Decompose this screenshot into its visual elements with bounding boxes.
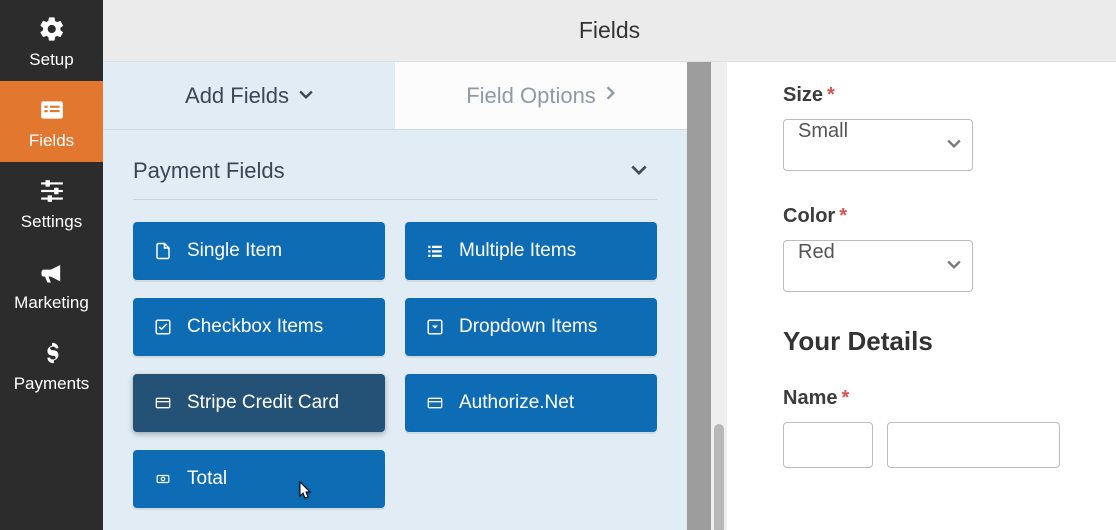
sidebar-item-fields[interactable]: Fields	[0, 81, 103, 162]
field-multiple-items[interactable]: Multiple Items	[405, 222, 657, 280]
field-label: Multiple Items	[459, 240, 576, 262]
size-select-wrap: Small	[783, 119, 973, 171]
field-total[interactable]: Total	[133, 450, 385, 508]
dollar-icon	[35, 338, 69, 368]
checkbox-icon	[153, 317, 173, 337]
sidebar-item-settings[interactable]: Settings	[0, 162, 103, 243]
color-select-wrap: Red	[783, 240, 973, 292]
required-indicator: *	[841, 387, 849, 410]
last-name-input[interactable]	[887, 422, 1060, 468]
sidebar-item-label: Payments	[14, 374, 90, 394]
tab-add-fields[interactable]: Add Fields	[103, 62, 395, 130]
field-label-color: Color *	[783, 205, 1060, 228]
field-label: Stripe Credit Card	[187, 392, 339, 414]
credit-card-icon	[153, 393, 173, 413]
file-icon	[153, 241, 173, 261]
dropdown-icon	[425, 317, 445, 337]
scrollbar-thumb[interactable]	[714, 424, 724, 530]
content-row: Add Fields Field Options Payment Fields	[103, 62, 1116, 530]
required-indicator: *	[827, 84, 835, 107]
sidebar-item-label: Fields	[29, 131, 74, 151]
gear-icon	[35, 14, 69, 44]
field-grid: Single Item Multiple Items Checkbox Item…	[103, 222, 687, 508]
form-section-heading: Your Details	[783, 326, 1060, 357]
tab-label: Field Options	[466, 83, 596, 109]
sidebar-item-marketing[interactable]: Marketing	[0, 243, 103, 324]
field-color: Color * Red	[783, 205, 1060, 292]
main: Fields Add Fields Field Options	[103, 0, 1116, 530]
section-title: Payment Fields	[133, 158, 285, 184]
tab-field-options[interactable]: Field Options	[395, 62, 687, 130]
sidebar-item-label: Setup	[29, 50, 73, 70]
section-collapse-toggle[interactable]	[621, 154, 657, 187]
field-label: Dropdown Items	[459, 316, 597, 338]
field-label: Single Item	[187, 240, 282, 262]
field-authorize-net[interactable]: Authorize.Net	[405, 374, 657, 432]
color-select[interactable]: Red	[783, 240, 973, 292]
sliders-icon	[35, 176, 69, 206]
first-name-input[interactable]	[783, 422, 873, 468]
required-indicator: *	[839, 205, 847, 228]
bullhorn-icon	[35, 257, 69, 287]
field-label: Authorize.Net	[459, 392, 574, 414]
size-select[interactable]: Small	[783, 119, 973, 171]
panel-divider	[687, 62, 727, 530]
field-name: Name *	[783, 387, 1060, 468]
chevron-right-icon	[606, 86, 616, 105]
app-root: Setup Fields Settings Marketing Payments	[0, 0, 1116, 530]
sidebar: Setup Fields Settings Marketing Payments	[0, 0, 103, 530]
sidebar-item-payments[interactable]: Payments	[0, 324, 103, 405]
panel-tabs: Add Fields Field Options	[103, 62, 687, 130]
tab-label: Add Fields	[185, 83, 289, 109]
section-header: Payment Fields	[103, 130, 687, 199]
form-preview: Size * Small Color *	[727, 62, 1116, 530]
field-size: Size * Small	[783, 84, 1060, 171]
field-label: Total	[187, 468, 227, 490]
field-label-size: Size *	[783, 84, 1060, 107]
list-icon	[425, 241, 445, 261]
chevron-down-icon	[299, 87, 313, 105]
form-list-icon	[35, 95, 69, 125]
sidebar-item-label: Marketing	[14, 293, 89, 313]
name-input-row	[783, 422, 1060, 468]
field-single-item[interactable]: Single Item	[133, 222, 385, 280]
field-label: Checkbox Items	[187, 316, 323, 338]
sidebar-item-label: Settings	[21, 212, 82, 232]
divider	[133, 199, 657, 200]
money-icon	[153, 469, 173, 489]
builder-panel: Add Fields Field Options Payment Fields	[103, 62, 687, 530]
field-dropdown-items[interactable]: Dropdown Items	[405, 298, 657, 356]
field-stripe-credit-card[interactable]: Stripe Credit Card	[133, 374, 385, 432]
field-label-name: Name *	[783, 387, 1060, 410]
sidebar-item-setup[interactable]: Setup	[0, 0, 103, 81]
page-header: Fields	[103, 0, 1116, 62]
credit-card-icon	[425, 393, 445, 413]
field-checkbox-items[interactable]: Checkbox Items	[133, 298, 385, 356]
page-title: Fields	[579, 17, 640, 44]
